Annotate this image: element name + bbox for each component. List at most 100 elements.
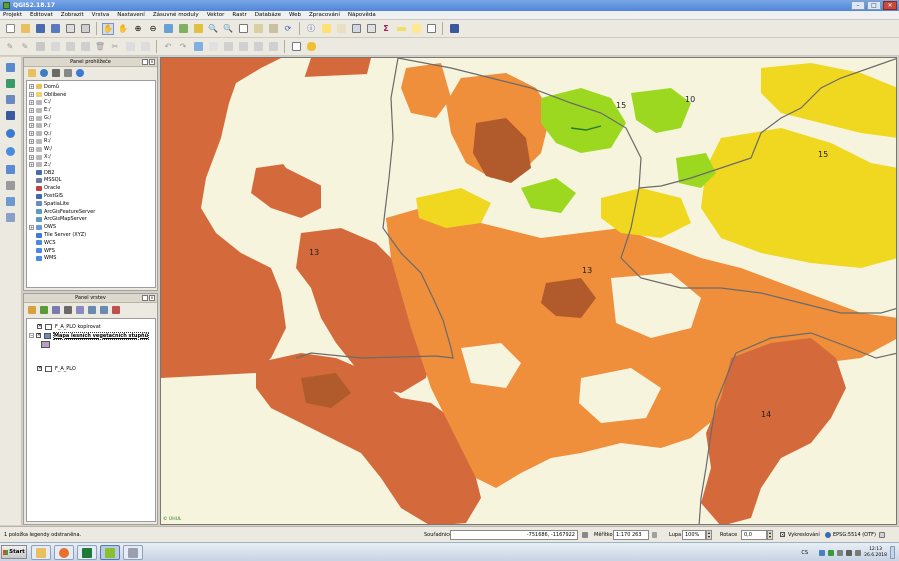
scale-lock-icon[interactable] bbox=[650, 530, 658, 540]
close-layers-panel-button[interactable]: × bbox=[149, 295, 155, 301]
menu-zpracovani[interactable]: Zpracování bbox=[309, 12, 340, 18]
rotate-label-icon[interactable] bbox=[252, 41, 264, 53]
remove-layer-icon[interactable] bbox=[112, 306, 120, 314]
crs-globe-icon[interactable] bbox=[824, 530, 832, 540]
magnifier-field[interactable]: 100% bbox=[682, 529, 706, 540]
coordinate-field[interactable]: -751686, -1167922 bbox=[450, 529, 578, 540]
add-postgis-layer-icon[interactable] bbox=[4, 109, 16, 121]
browser-item[interactable]: + W:/ bbox=[29, 145, 52, 153]
manage-visibility-icon[interactable] bbox=[52, 306, 60, 314]
display-icon[interactable] bbox=[837, 549, 844, 556]
add-spatialite-layer-icon[interactable] bbox=[4, 93, 16, 105]
browser-item[interactable]: + E:/ bbox=[29, 106, 51, 114]
statistics-icon[interactable]: Σ bbox=[380, 23, 392, 35]
collapse-all-layers-icon[interactable] bbox=[100, 306, 108, 314]
expand-icon[interactable]: + bbox=[29, 84, 34, 90]
save-project-icon[interactable] bbox=[34, 23, 46, 35]
browser-item[interactable]: + C:/ bbox=[29, 99, 51, 107]
browser-tree[interactable]: + Domů + Oblíbené + C:/ + E:/ + G:/ + P:/ + Q:/ + R:/ + W… bbox=[26, 80, 156, 288]
pan-to-selection-icon[interactable]: ✋ bbox=[117, 23, 129, 35]
layer-item[interactable]: − ✕ Mapa lesních vegetačních stupňů bbox=[29, 331, 150, 340]
add-group-icon[interactable] bbox=[40, 306, 48, 314]
browser-item[interactable]: + P:/ bbox=[29, 122, 50, 130]
close-panel-button[interactable]: × bbox=[149, 59, 155, 65]
cut-features-icon[interactable]: ✂ bbox=[109, 41, 121, 53]
layer-visibility-checkbox[interactable]: ✕ bbox=[36, 333, 41, 338]
rotation-field[interactable]: 0,0 bbox=[741, 529, 767, 540]
add-wms-layer-icon[interactable] bbox=[4, 127, 16, 139]
new-map-view-icon[interactable] bbox=[237, 23, 249, 35]
osm-plugin-icon[interactable] bbox=[290, 41, 302, 53]
browser-item[interactable]: + Z:/ bbox=[29, 161, 51, 169]
layer-visibility-checkbox[interactable]: ✕ bbox=[37, 324, 42, 329]
zoom-in-icon[interactable]: ⊕ bbox=[132, 23, 144, 35]
menu-zobrazit[interactable]: Zobrazit bbox=[61, 12, 84, 18]
menu-web[interactable]: Web bbox=[289, 12, 301, 18]
maximize-button[interactable]: □ bbox=[867, 1, 881, 10]
measure-icon[interactable] bbox=[395, 23, 407, 35]
zoom-full-icon[interactable] bbox=[162, 23, 174, 35]
change-label-icon[interactable] bbox=[267, 41, 279, 53]
expand-icon[interactable]: + bbox=[29, 115, 34, 121]
minimize-button[interactable]: – bbox=[851, 1, 865, 10]
field-calculator-icon[interactable] bbox=[365, 23, 377, 35]
browser-item[interactable]: Tile Server (XYZ) bbox=[29, 231, 86, 239]
show-desktop-button[interactable] bbox=[890, 546, 895, 559]
save-edits-icon[interactable] bbox=[34, 41, 46, 53]
add-layer-icon[interactable] bbox=[28, 69, 36, 77]
current-edits-icon[interactable]: ✎ bbox=[4, 41, 16, 53]
browser-item[interactable]: Oracle bbox=[29, 184, 60, 192]
filter-browser-icon[interactable] bbox=[52, 69, 60, 77]
save-as-icon[interactable] bbox=[49, 23, 61, 35]
add-vector-layer-icon[interactable] bbox=[4, 61, 16, 73]
menu-nastaveni[interactable]: Nastavení bbox=[117, 12, 145, 18]
new-project-icon[interactable] bbox=[4, 23, 16, 35]
redo-icon[interactable]: ↷ bbox=[177, 41, 189, 53]
rotation-spinner[interactable]: ▴ ▾ bbox=[767, 529, 773, 540]
browser-item[interactable]: PostGIS bbox=[29, 192, 63, 200]
add-raster-layer-icon[interactable] bbox=[4, 77, 16, 89]
layer-item[interactable]: ✕ F_A_PLO bbox=[29, 364, 76, 373]
browser-item[interactable]: + Q:/ bbox=[29, 130, 51, 138]
move-label-icon[interactable] bbox=[237, 41, 249, 53]
taskbar-app-media[interactable] bbox=[54, 545, 74, 560]
expand-icon[interactable]: + bbox=[29, 162, 34, 168]
pan-map-icon[interactable]: ✋ bbox=[102, 22, 114, 35]
new-bookmark-icon[interactable] bbox=[252, 23, 264, 35]
attribute-table-icon[interactable] bbox=[350, 23, 362, 35]
sync-icon[interactable] bbox=[846, 549, 853, 556]
zoom-last-icon[interactable]: 🔍 bbox=[207, 23, 219, 35]
show-labels-icon[interactable] bbox=[222, 41, 234, 53]
browser-item[interactable]: + G:/ bbox=[29, 114, 51, 122]
expand-icon[interactable]: + bbox=[29, 123, 34, 129]
browser-item[interactable]: SpatiaLite bbox=[29, 200, 69, 208]
browser-item[interactable]: DB2 bbox=[29, 169, 54, 177]
filter-legend-icon[interactable] bbox=[64, 306, 72, 314]
browser-item[interactable]: MSSQL bbox=[29, 177, 61, 185]
browser-item[interactable]: ArcGisMapServer bbox=[29, 216, 87, 224]
browser-item[interactable]: ArcGisFeatureServer bbox=[29, 208, 95, 216]
layer-item[interactable]: ✕ F_A_PLO kopírovat bbox=[29, 322, 101, 331]
volume-icon[interactable] bbox=[855, 549, 862, 556]
browser-item[interactable]: WMS bbox=[29, 255, 56, 263]
browser-item[interactable]: + OWS bbox=[29, 223, 56, 231]
zoom-layer-icon[interactable] bbox=[177, 23, 189, 35]
expand-icon[interactable]: + bbox=[29, 131, 34, 137]
browser-item[interactable]: WCS bbox=[29, 239, 56, 247]
close-button[interactable]: ✕ bbox=[883, 1, 897, 10]
layer-visibility-checkbox[interactable]: ✕ bbox=[37, 366, 42, 371]
text-annotation-icon[interactable] bbox=[425, 23, 437, 35]
browser-item[interactable]: + X:/ bbox=[29, 153, 51, 161]
expand-icon[interactable]: + bbox=[29, 92, 34, 98]
undo-icon[interactable]: ↶ bbox=[162, 41, 174, 53]
float-panel-button[interactable] bbox=[142, 59, 148, 65]
new-shapefile-icon[interactable] bbox=[4, 195, 16, 207]
copy-features-icon[interactable] bbox=[124, 41, 136, 53]
crs-label[interactable]: EPSG:5514 (OTF) bbox=[833, 532, 876, 538]
clock[interactable]: 12:13 26.6.2018 bbox=[864, 547, 887, 559]
collapse-icon[interactable]: − bbox=[29, 333, 34, 338]
taskbar-app-other[interactable] bbox=[123, 545, 143, 560]
refresh-browser-icon[interactable] bbox=[40, 69, 48, 77]
enable-properties-icon[interactable] bbox=[76, 69, 84, 77]
print-composer-icon[interactable] bbox=[64, 23, 76, 35]
